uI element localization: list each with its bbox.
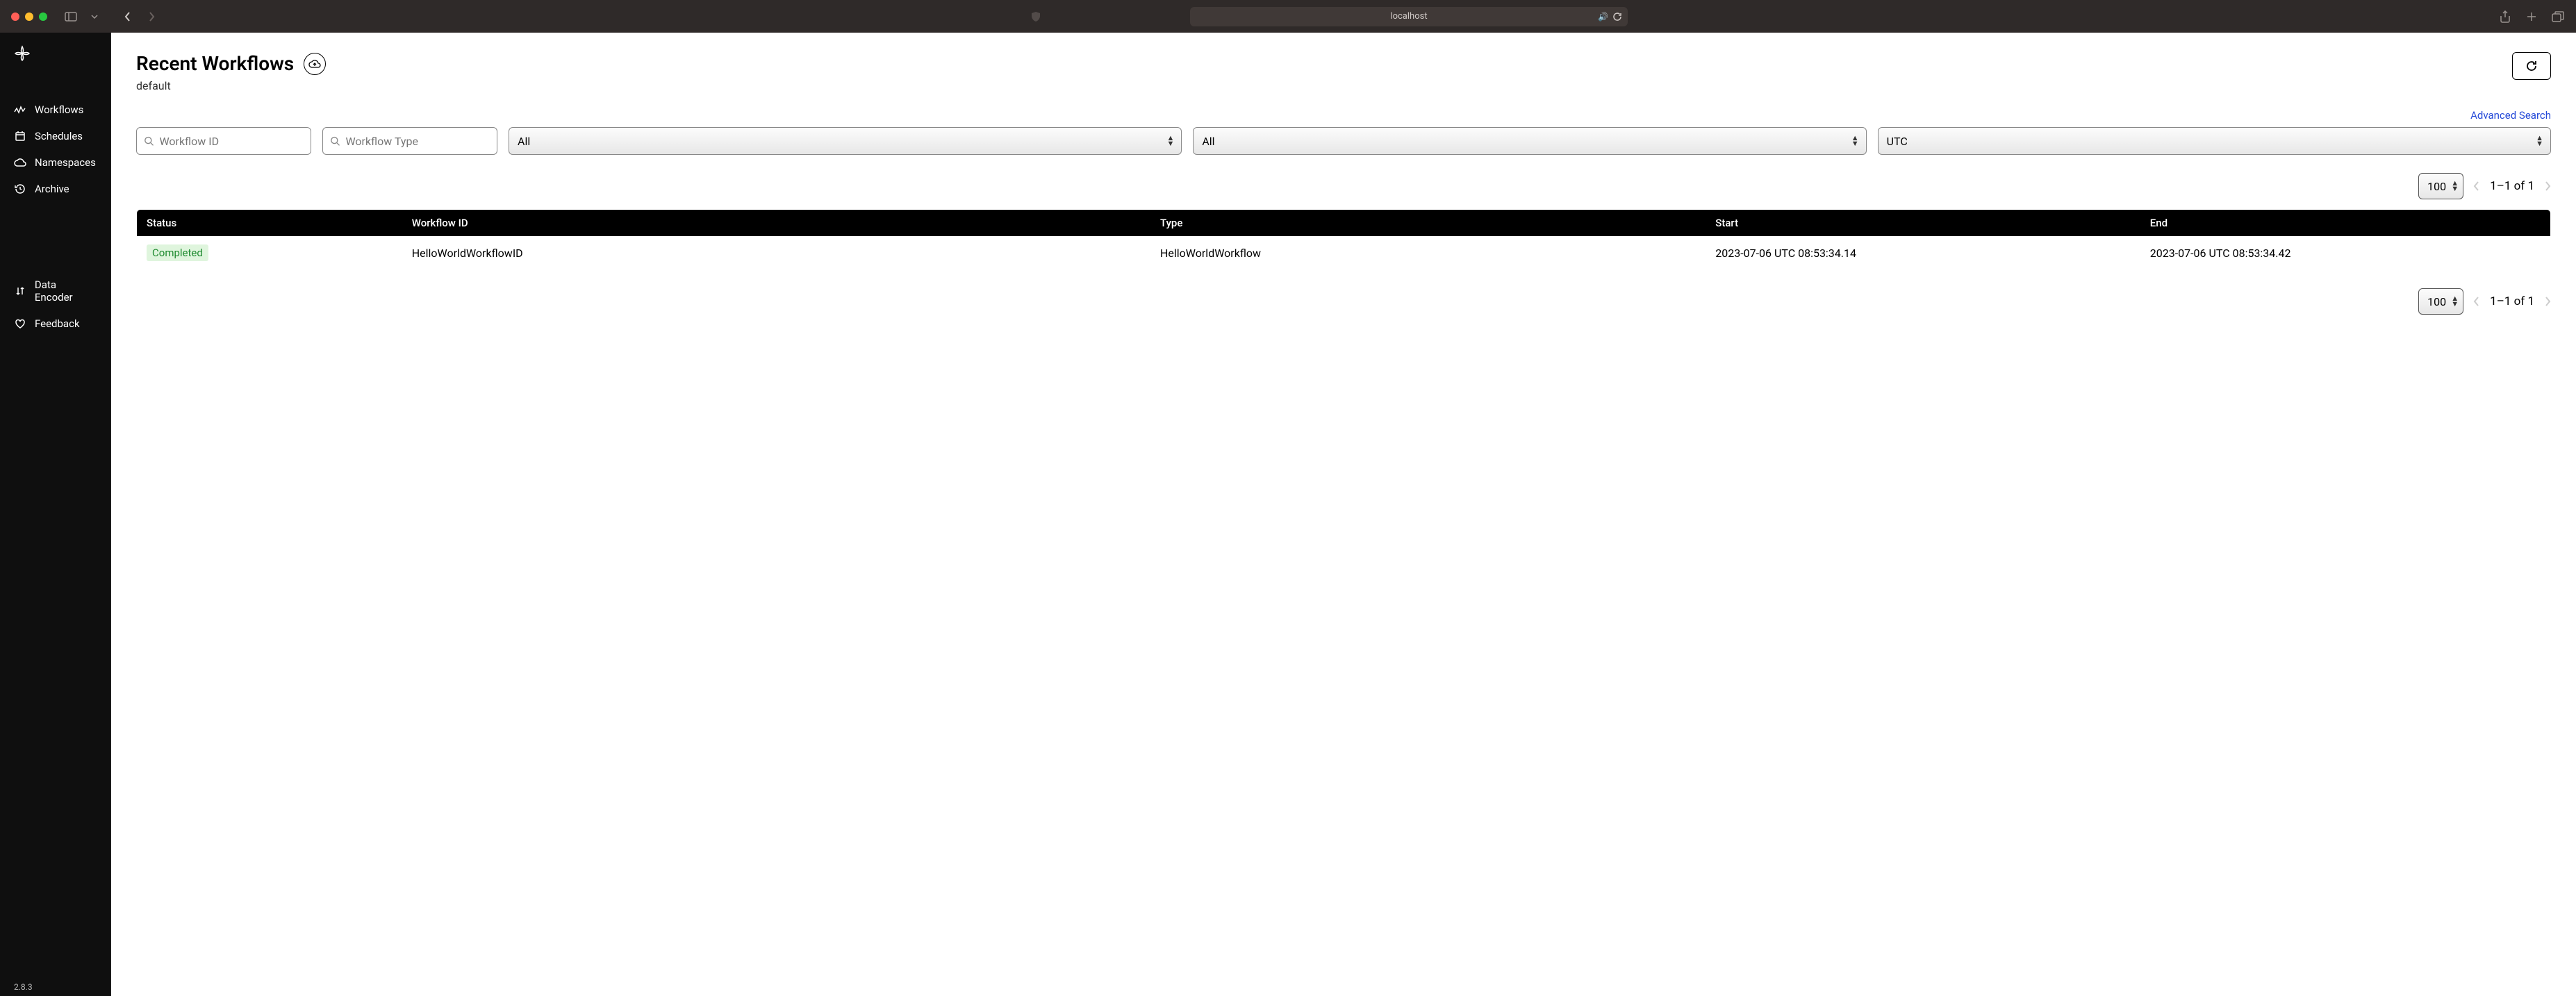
pagination-range: 1–1 of 1 (2490, 179, 2534, 193)
workflows-table: Status Workflow ID Type Start End Comple… (136, 209, 2551, 270)
namespace-subtitle: default (136, 79, 326, 92)
close-window-button[interactable] (11, 13, 19, 21)
reload-icon[interactable] (1612, 12, 1622, 22)
cell-type: HelloWorldWorkflow (1150, 236, 1706, 270)
forward-button[interactable] (145, 10, 158, 24)
minimize-window-button[interactable] (25, 13, 33, 21)
pagination-range: 1–1 of 1 (2490, 294, 2534, 308)
chevron-down-icon[interactable] (88, 10, 101, 24)
maximize-window-button[interactable] (39, 13, 47, 21)
sidebar-item-namespaces[interactable]: Namespaces (0, 149, 110, 176)
share-icon[interactable] (2498, 10, 2512, 24)
workflow-id-input-wrapper (136, 127, 311, 155)
next-page-button[interactable] (2544, 181, 2551, 191)
refresh-icon (2525, 59, 2538, 73)
back-button[interactable] (121, 10, 135, 24)
history-icon (14, 183, 26, 195)
workflow-id-input[interactable] (159, 135, 304, 148)
filter-row: All ▲▼ All ▲▼ UTC ▲▼ (136, 127, 2551, 155)
sidebar-item-archive[interactable]: Archive (0, 176, 110, 202)
sidebar-item-label: Workflows (35, 103, 83, 116)
timezone-value: UTC (1887, 135, 1908, 148)
workflows-icon (14, 103, 26, 116)
status-filter-value: All (518, 135, 530, 148)
sidebar-item-label: Archive (35, 183, 69, 195)
url-text: localhost (1390, 11, 1427, 22)
page-size-value: 100 (2427, 295, 2446, 308)
select-arrows-icon: ▲▼ (2536, 135, 2543, 147)
page-size-select[interactable]: 100 ▲▼ (2418, 288, 2463, 315)
app-logo[interactable] (14, 45, 110, 62)
table-row[interactable]: Completed HelloWorldWorkflowID HelloWorl… (137, 236, 2551, 270)
cloud-badge-icon[interactable] (304, 53, 326, 75)
col-workflow-id: Workflow ID (402, 210, 1150, 237)
sidebar-item-label: Feedback (35, 317, 80, 330)
col-status: Status (137, 210, 402, 237)
url-bar[interactable]: localhost 🔊 (1190, 7, 1628, 26)
sidebar-toggle-icon[interactable] (64, 10, 78, 24)
time-filter-select[interactable]: All ▲▼ (1193, 127, 1866, 155)
sort-icon (14, 285, 26, 297)
sidebar: Workflows Schedules Namespaces Archive D… (0, 33, 111, 996)
cell-end: 2023-07-06 UTC 08:53:34.42 (2140, 236, 2551, 270)
page-size-value: 100 (2427, 180, 2446, 193)
pagination-bottom: 100 ▲▼ 1–1 of 1 (136, 288, 2551, 315)
table-header-row: Status Workflow ID Type Start End (137, 210, 2551, 237)
cloud-icon (14, 156, 26, 169)
advanced-search-link[interactable]: Advanced Search (2470, 109, 2551, 122)
new-tab-icon[interactable] (2525, 10, 2538, 24)
window-controls (11, 13, 47, 21)
time-filter-value: All (1202, 135, 1214, 148)
cell-start: 2023-07-06 UTC 08:53:34.14 (1706, 236, 2140, 270)
next-page-button[interactable] (2544, 297, 2551, 306)
prev-page-button[interactable] (2473, 297, 2480, 306)
shield-icon[interactable] (1029, 10, 1043, 24)
calendar-icon (14, 130, 26, 142)
col-start: Start (1706, 210, 2140, 237)
pagination-top: 100 ▲▼ 1–1 of 1 (136, 173, 2551, 199)
col-end: End (2140, 210, 2551, 237)
select-arrows-icon: ▲▼ (2451, 181, 2459, 192)
select-arrows-icon: ▲▼ (2451, 296, 2459, 307)
main-content: Recent Workflows default Advanced Search (111, 33, 2576, 996)
sidebar-item-feedback[interactable]: Feedback (0, 310, 110, 337)
sidebar-item-label: Namespaces (35, 156, 96, 169)
page-size-select[interactable]: 100 ▲▼ (2418, 173, 2463, 199)
workflow-type-input-wrapper (322, 127, 497, 155)
status-filter-select[interactable]: All ▲▼ (509, 127, 1182, 155)
workflow-type-input[interactable] (345, 135, 490, 148)
select-arrows-icon: ▲▼ (1166, 135, 1174, 147)
page-title: Recent Workflows (136, 52, 294, 75)
select-arrows-icon: ▲▼ (1851, 135, 1859, 147)
browser-chrome: localhost 🔊 (0, 0, 2576, 33)
search-icon (330, 135, 340, 147)
col-type: Type (1150, 210, 1706, 237)
sidebar-item-label: Data Encoder (35, 279, 97, 304)
search-icon (144, 135, 154, 147)
sidebar-item-data-encoder[interactable]: Data Encoder (0, 272, 110, 310)
refresh-button[interactable] (2512, 52, 2551, 80)
heart-icon (14, 317, 26, 330)
prev-page-button[interactable] (2473, 181, 2480, 191)
status-badge: Completed (147, 244, 208, 261)
sidebar-item-schedules[interactable]: Schedules (0, 123, 110, 149)
version-label: 2.8.3 (0, 978, 110, 996)
timezone-select[interactable]: UTC ▲▼ (1878, 127, 2551, 155)
sidebar-item-label: Schedules (35, 130, 83, 142)
tabs-overview-icon[interactable] (2551, 10, 2565, 24)
audio-icon[interactable]: 🔊 (1598, 12, 1608, 22)
sidebar-item-workflows[interactable]: Workflows (0, 97, 110, 123)
cell-workflow-id: HelloWorldWorkflowID (402, 236, 1150, 270)
